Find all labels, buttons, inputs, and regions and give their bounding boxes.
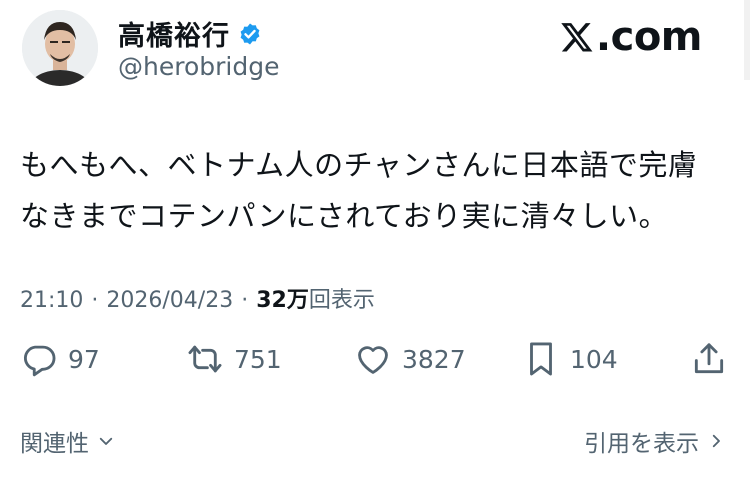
x-logo-icon — [561, 23, 593, 52]
post-text: もへもへ、ベトナム人のチャンさんに日本語で完膚 なきまでコテンパンにされており実… — [20, 140, 720, 242]
share-button[interactable] — [690, 340, 728, 378]
views-count[interactable]: 32万 — [256, 282, 309, 314]
views-label[interactable]: 回表示 — [309, 282, 375, 314]
separator: · — [91, 288, 99, 313]
repost-icon — [188, 345, 222, 373]
reply-icon — [23, 345, 56, 377]
bookmark-button[interactable]: 104 — [522, 340, 618, 378]
post-meta: 21:10 · 2026/04/23 · 32万 回表示 — [20, 282, 375, 314]
share-icon — [694, 343, 724, 374]
avatar[interactable] — [22, 10, 98, 86]
scrollbar[interactable] — [744, 0, 750, 80]
post-text-line-2: なきまでコテンパンにされており実に清々しい。 — [20, 199, 669, 233]
display-name[interactable]: 高橋裕行 — [118, 14, 230, 53]
related-dropdown[interactable]: 関連性 — [20, 424, 115, 458]
avatar-photo — [22, 10, 98, 86]
repost-button[interactable]: 751 — [186, 340, 282, 378]
verified-badge-icon — [240, 23, 260, 44]
repost-count: 751 — [234, 344, 282, 374]
author-handle[interactable]: @herobridge — [118, 52, 279, 81]
related-label: 関連性 — [20, 431, 89, 457]
reply-count: 97 — [68, 344, 100, 374]
brand-logo: .com — [560, 14, 703, 60]
author-name-row[interactable]: 高橋裕行 — [118, 14, 262, 53]
view-quotes-link[interactable]: 引用を表示 — [584, 424, 725, 458]
bookmark-icon — [530, 342, 552, 376]
like-button[interactable]: 3827 — [354, 340, 466, 378]
action-bar: 97 751 3827 104 — [0, 340, 750, 386]
separator: · — [241, 288, 249, 313]
footer-bar: 関連性 引用を表示 — [20, 424, 725, 458]
heart-icon — [358, 346, 388, 374]
post-date[interactable]: 2026/04/23 — [106, 288, 233, 313]
post-text-line-1: もへもへ、ベトナム人のチャンさんに日本語で完膚 — [20, 148, 698, 182]
reply-button[interactable]: 97 — [20, 340, 100, 378]
chevron-down-icon — [99, 437, 113, 445]
like-count: 3827 — [402, 344, 466, 374]
chevron-right-icon — [712, 434, 720, 448]
brand-text: .com — [595, 14, 703, 60]
bookmark-count: 104 — [570, 344, 618, 374]
post-time[interactable]: 21:10 — [20, 288, 83, 313]
view-quotes-label: 引用を表示 — [584, 431, 699, 457]
